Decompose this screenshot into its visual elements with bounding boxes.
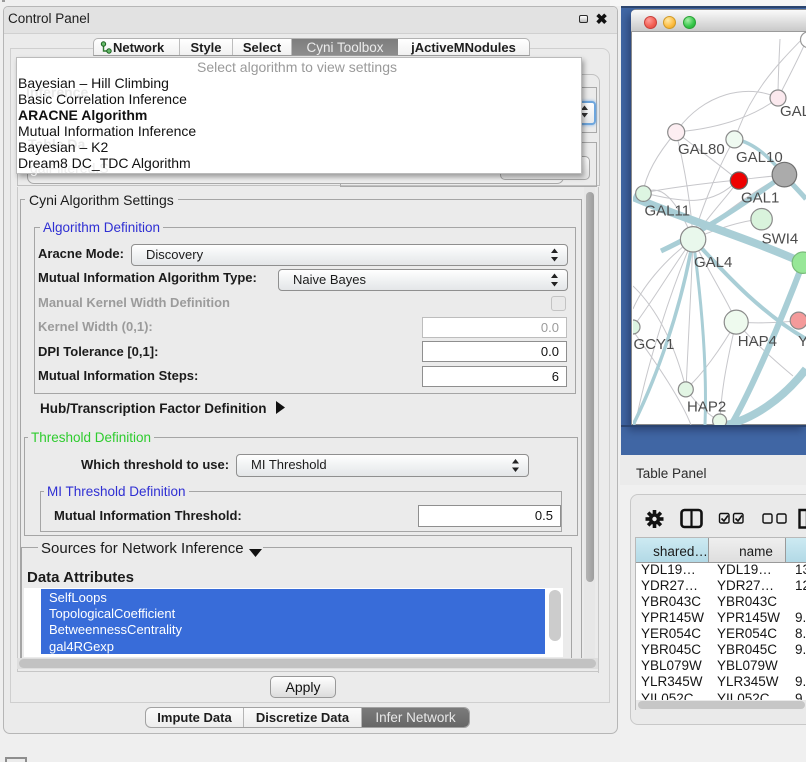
svg-text:GAL4: GAL4	[694, 254, 732, 271]
svg-text:GAL80: GAL80	[678, 141, 725, 158]
svg-text:GCY1: GCY1	[634, 336, 675, 353]
svg-text:Y: Y	[798, 333, 806, 350]
svg-text:GAL1: GAL1	[741, 190, 779, 207]
svg-text:GAL11: GAL11	[645, 203, 691, 220]
svg-text:SWI4: SWI4	[762, 231, 799, 248]
svg-text:GAL: GAL	[780, 103, 806, 120]
svg-text:HAP2: HAP2	[687, 399, 726, 416]
svg-text:HAP4: HAP4	[738, 333, 777, 350]
svg-text:GAL10: GAL10	[736, 149, 783, 166]
